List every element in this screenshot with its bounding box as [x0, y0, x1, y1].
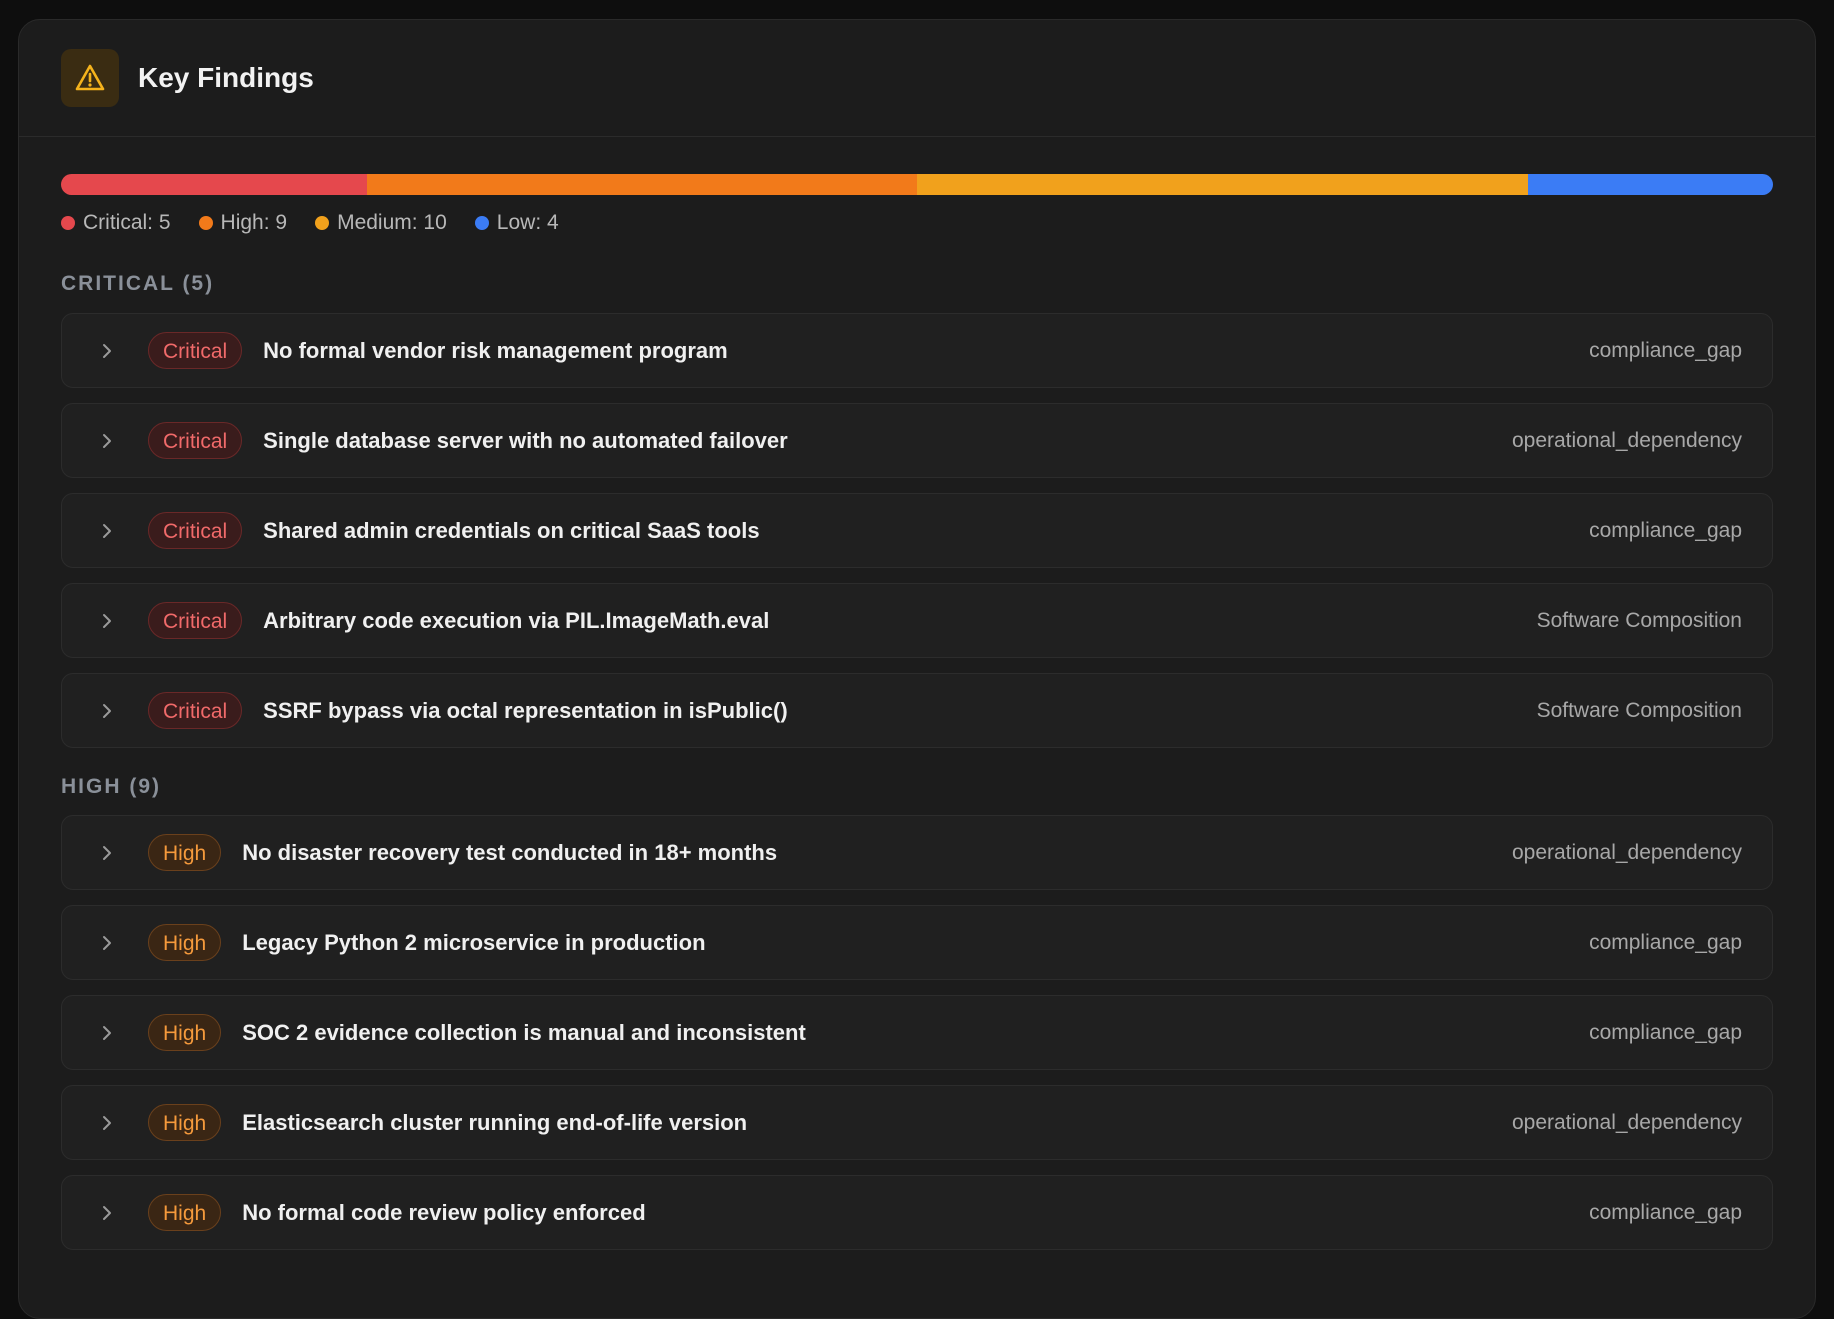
finding-title: Elasticsearch cluster running end-of-lif…: [242, 1109, 748, 1135]
finding-title: SSRF bypass via octal representation in …: [263, 697, 788, 723]
finding-category: compliance_gap: [1589, 338, 1742, 362]
severity-segment-high: [366, 174, 917, 195]
legend-dot: [61, 216, 75, 230]
chevron-right-icon[interactable]: [96, 430, 118, 452]
chevron-right-icon[interactable]: [96, 700, 118, 722]
finding-title: No disaster recovery test conducted in 1…: [242, 839, 778, 865]
severity-distribution-bar: [61, 174, 1773, 195]
legend-label: High: 9: [220, 211, 288, 234]
legend-dot: [315, 216, 330, 230]
severity-badge: Critical: [148, 512, 243, 549]
finding-category: compliance_gap: [1589, 1020, 1742, 1044]
severity-badge: High: [148, 1104, 222, 1141]
section-label-high: HIGH (9): [61, 775, 161, 798]
legend-item: Critical: 5: [61, 211, 171, 235]
finding-title: Legacy Python 2 microservice in producti…: [242, 929, 706, 955]
chevron-right-icon[interactable]: [96, 1202, 118, 1224]
severity-badge: Critical: [148, 422, 243, 459]
legend-label: Medium: 10: [337, 211, 447, 234]
finding-category: compliance_gap: [1589, 518, 1742, 542]
finding-title: Shared admin credentials on critical Saa…: [263, 517, 760, 543]
finding-category: Software Composition: [1536, 698, 1742, 722]
severity-badge: High: [148, 1014, 222, 1051]
finding-category: operational_dependency: [1511, 840, 1742, 864]
finding-row[interactable]: High No disaster recovery test conducted …: [61, 815, 1773, 890]
finding-row[interactable]: High No formal code review policy enforce…: [61, 1175, 1773, 1250]
chevron-right-icon[interactable]: [96, 610, 118, 632]
chevron-right-icon[interactable]: [96, 520, 118, 542]
severity-badge: Critical: [148, 692, 243, 729]
finding-row[interactable]: Critical Shared admin credentials on crit…: [61, 493, 1773, 568]
finding-row[interactable]: Critical Arbitrary code execution via PIL…: [61, 583, 1773, 658]
finding-row[interactable]: High Legacy Python 2 microservice in prod…: [61, 905, 1773, 980]
severity-legend: Critical: 5 High: 9 Medium: 10 Low: 4: [61, 208, 1773, 238]
panel-header: Key Findings: [19, 20, 1815, 137]
finding-row[interactable]: High SOC 2 evidence collection is manual …: [61, 995, 1773, 1070]
chevron-right-icon[interactable]: [96, 932, 118, 954]
legend-item: High: 9: [198, 211, 288, 235]
legend-label: Low: 4: [496, 211, 559, 234]
legend-item: Medium: 10: [315, 211, 447, 235]
chevron-right-icon[interactable]: [96, 340, 118, 362]
finding-category: compliance_gap: [1589, 1200, 1742, 1224]
legend-dot: [474, 216, 489, 230]
severity-badge: High: [148, 924, 222, 961]
finding-category: Software Composition: [1536, 608, 1742, 632]
finding-title: Single database server with no automated…: [263, 427, 788, 453]
severity-badge: High: [148, 1194, 222, 1231]
severity-badge: High: [148, 834, 222, 871]
chevron-right-icon[interactable]: [96, 1112, 118, 1134]
finding-title: Arbitrary code execution via PIL.ImageMa…: [263, 607, 770, 633]
chevron-right-icon[interactable]: [96, 842, 118, 864]
chevron-right-icon[interactable]: [96, 1022, 118, 1044]
finding-category: operational_dependency: [1511, 428, 1742, 452]
legend-item: Low: 4: [474, 211, 559, 235]
panel-title: Key Findings: [138, 62, 314, 93]
finding-row[interactable]: Critical SSRF bypass via octal representa…: [61, 673, 1773, 748]
finding-row[interactable]: Critical Single database server with no a…: [61, 403, 1773, 478]
severity-segment-critical: [61, 174, 367, 195]
legend-label: Critical: 5: [83, 211, 171, 234]
finding-title: SOC 2 evidence collection is manual and …: [242, 1019, 806, 1045]
severity-segment-low: [1528, 174, 1773, 195]
severity-badge: Critical: [148, 602, 243, 639]
finding-row[interactable]: Critical No formal vendor risk management…: [61, 313, 1773, 388]
finding-category: operational_dependency: [1511, 1110, 1742, 1134]
severity-segment-medium: [916, 174, 1529, 195]
legend-dot: [198, 216, 213, 230]
finding-row[interactable]: High Elasticsearch cluster running end-of…: [61, 1085, 1773, 1160]
finding-title: No formal vendor risk management program: [263, 337, 728, 363]
finding-category: compliance_gap: [1589, 930, 1742, 954]
section-label-critical: CRITICAL (5): [61, 272, 215, 295]
warning-icon: [61, 49, 119, 107]
finding-title: No formal code review policy enforced: [242, 1199, 646, 1225]
key-findings-panel: Key Findings Critical: 5 High: 9 Medium: 1…: [18, 19, 1816, 1319]
severity-badge: Critical: [148, 332, 243, 369]
